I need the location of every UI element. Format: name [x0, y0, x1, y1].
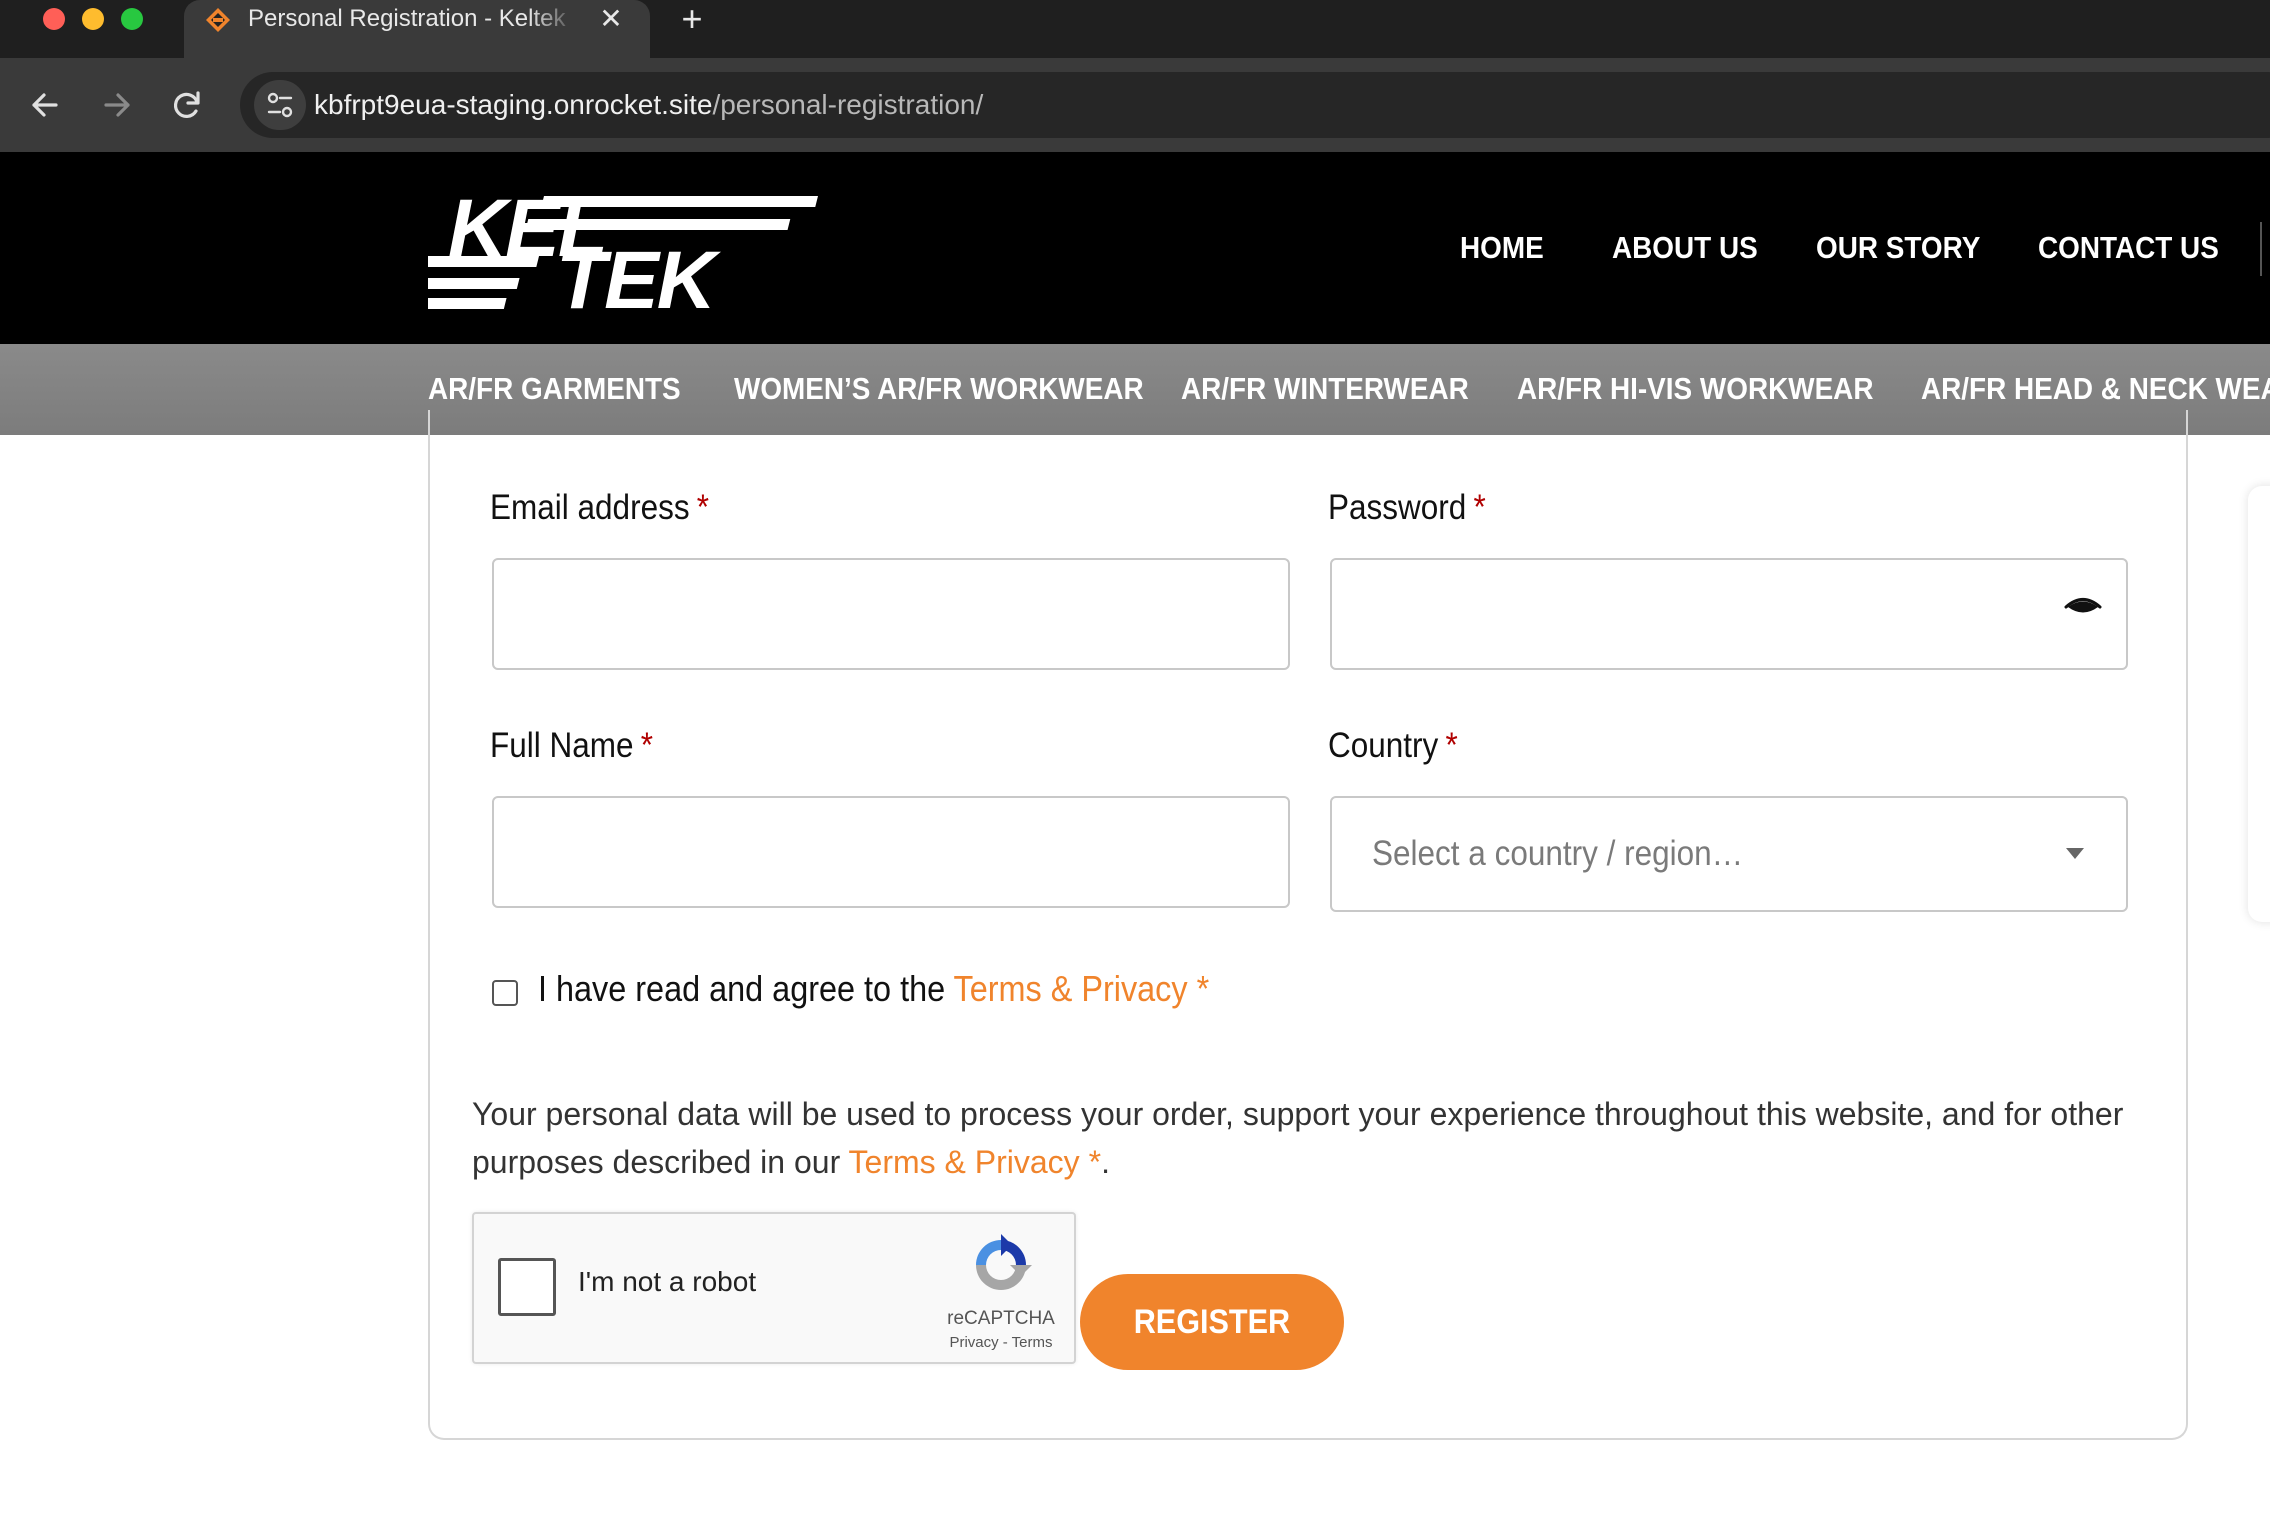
recaptcha-label: I'm not a robot — [578, 1266, 757, 1297]
country-placeholder: Select a country / region… — [1372, 834, 1744, 873]
browser-toolbar: kbfrpt9eua-staging.onrocket.site/persona… — [0, 58, 2270, 152]
required-mark: * — [1088, 1144, 1102, 1180]
browser-tab[interactable]: Personal Registration - Keltek ✕ — [184, 0, 650, 58]
nav-contact-us[interactable]: CONTACT US — [2038, 226, 2219, 270]
nav-divider — [2260, 222, 2262, 276]
new-tab-button[interactable]: + — [672, 0, 712, 38]
privacy-notice: Your personal data will be used to proce… — [472, 1096, 2124, 1180]
window-close-button[interactable] — [43, 8, 65, 30]
keltek-logo[interactable]: KEL TEK — [428, 188, 820, 312]
country-label: Country * — [1328, 726, 1458, 765]
recaptcha-logo-icon — [976, 1234, 1032, 1290]
address-bar[interactable]: kbfrpt9eua-staging.onrocket.site/persona… — [240, 72, 2270, 138]
nav-our-story[interactable]: OUR STORY — [1816, 226, 1980, 270]
category-winterwear[interactable]: AR/FR WINTERWEAR — [1181, 366, 1469, 412]
eye-icon[interactable] — [2062, 590, 2104, 624]
site-header: KEL TEK HOME ABOUT US OUR STORY CONTACT … — [0, 152, 2270, 344]
password-field[interactable] — [1330, 558, 2128, 670]
registration-form: Email address * Password * Full Name * Coun… — [428, 410, 2188, 1440]
tab-close-icon[interactable]: ✕ — [594, 2, 628, 36]
password-label: Password * — [1328, 488, 1486, 527]
category-hi-vis-workwear[interactable]: AR/FR HI-VIS WORKWEAR — [1517, 366, 1873, 412]
url-text: kbfrpt9eua-staging.onrocket.site/persona… — [314, 72, 983, 138]
tab-title: Personal Registration - Keltek — [248, 5, 566, 32]
required-mark: * — [640, 726, 653, 765]
recaptcha-brand: reCAPTCHA — [947, 1308, 1055, 1329]
url-path: /personal-registration/ — [712, 89, 984, 120]
nav-home[interactable]: HOME — [1460, 226, 1544, 270]
side-tab-widget[interactable] — [2248, 486, 2270, 922]
terms-checkbox[interactable] — [492, 980, 518, 1006]
fullname-label: Full Name * — [490, 726, 653, 765]
category-head-neck-wear[interactable]: AR/FR HEAD & NECK WEAR — [1921, 366, 2270, 412]
back-arrow-icon[interactable] — [20, 80, 70, 130]
logo-text-tek: TEK — [556, 235, 722, 312]
required-mark: * — [1196, 968, 1210, 1009]
forward-arrow-icon[interactable] — [92, 80, 142, 130]
terms-agree-text: I have read and agree to the Terms & Pri… — [538, 968, 1210, 1009]
reload-icon[interactable] — [162, 80, 212, 130]
terms-privacy-link[interactable]: Terms & Privacy — [954, 968, 1188, 1009]
recaptcha-widget: I'm not a robot reCAPTCHA Privacy - Term… — [472, 1212, 1076, 1364]
site-info-icon[interactable] — [254, 80, 306, 130]
window-minimize-button[interactable] — [82, 8, 104, 30]
site-favicon-icon — [206, 8, 230, 32]
category-womens-workwear[interactable]: WOMEN’S AR/FR WORKWEAR — [734, 366, 1144, 412]
recaptcha-checkbox[interactable] — [498, 1258, 556, 1316]
window-zoom-button[interactable] — [121, 8, 143, 30]
fullname-field[interactable] — [492, 796, 1290, 908]
browser-tab-bar: Personal Registration - Keltek ✕ + — [0, 0, 2270, 58]
nav-about-us[interactable]: ABOUT US — [1612, 226, 1758, 270]
country-select[interactable]: Select a country / region… — [1330, 796, 2128, 912]
url-host: kbfrpt9eua-staging.onrocket.site — [314, 89, 713, 120]
privacy-policy-link[interactable]: Terms & Privacy — [849, 1144, 1080, 1180]
email-field[interactable] — [492, 558, 1290, 670]
category-ar-fr-garments[interactable]: AR/FR GARMENTS — [428, 366, 681, 412]
email-label: Email address * — [490, 488, 710, 527]
register-button[interactable]: REGISTER — [1080, 1274, 1344, 1370]
required-mark: * — [696, 488, 710, 527]
required-mark: * — [1445, 726, 1458, 765]
recaptcha-privacy-terms-links[interactable]: Privacy - Terms — [920, 1334, 1082, 1351]
dropdown-caret-icon — [2066, 848, 2084, 859]
required-mark: * — [1473, 488, 1486, 527]
